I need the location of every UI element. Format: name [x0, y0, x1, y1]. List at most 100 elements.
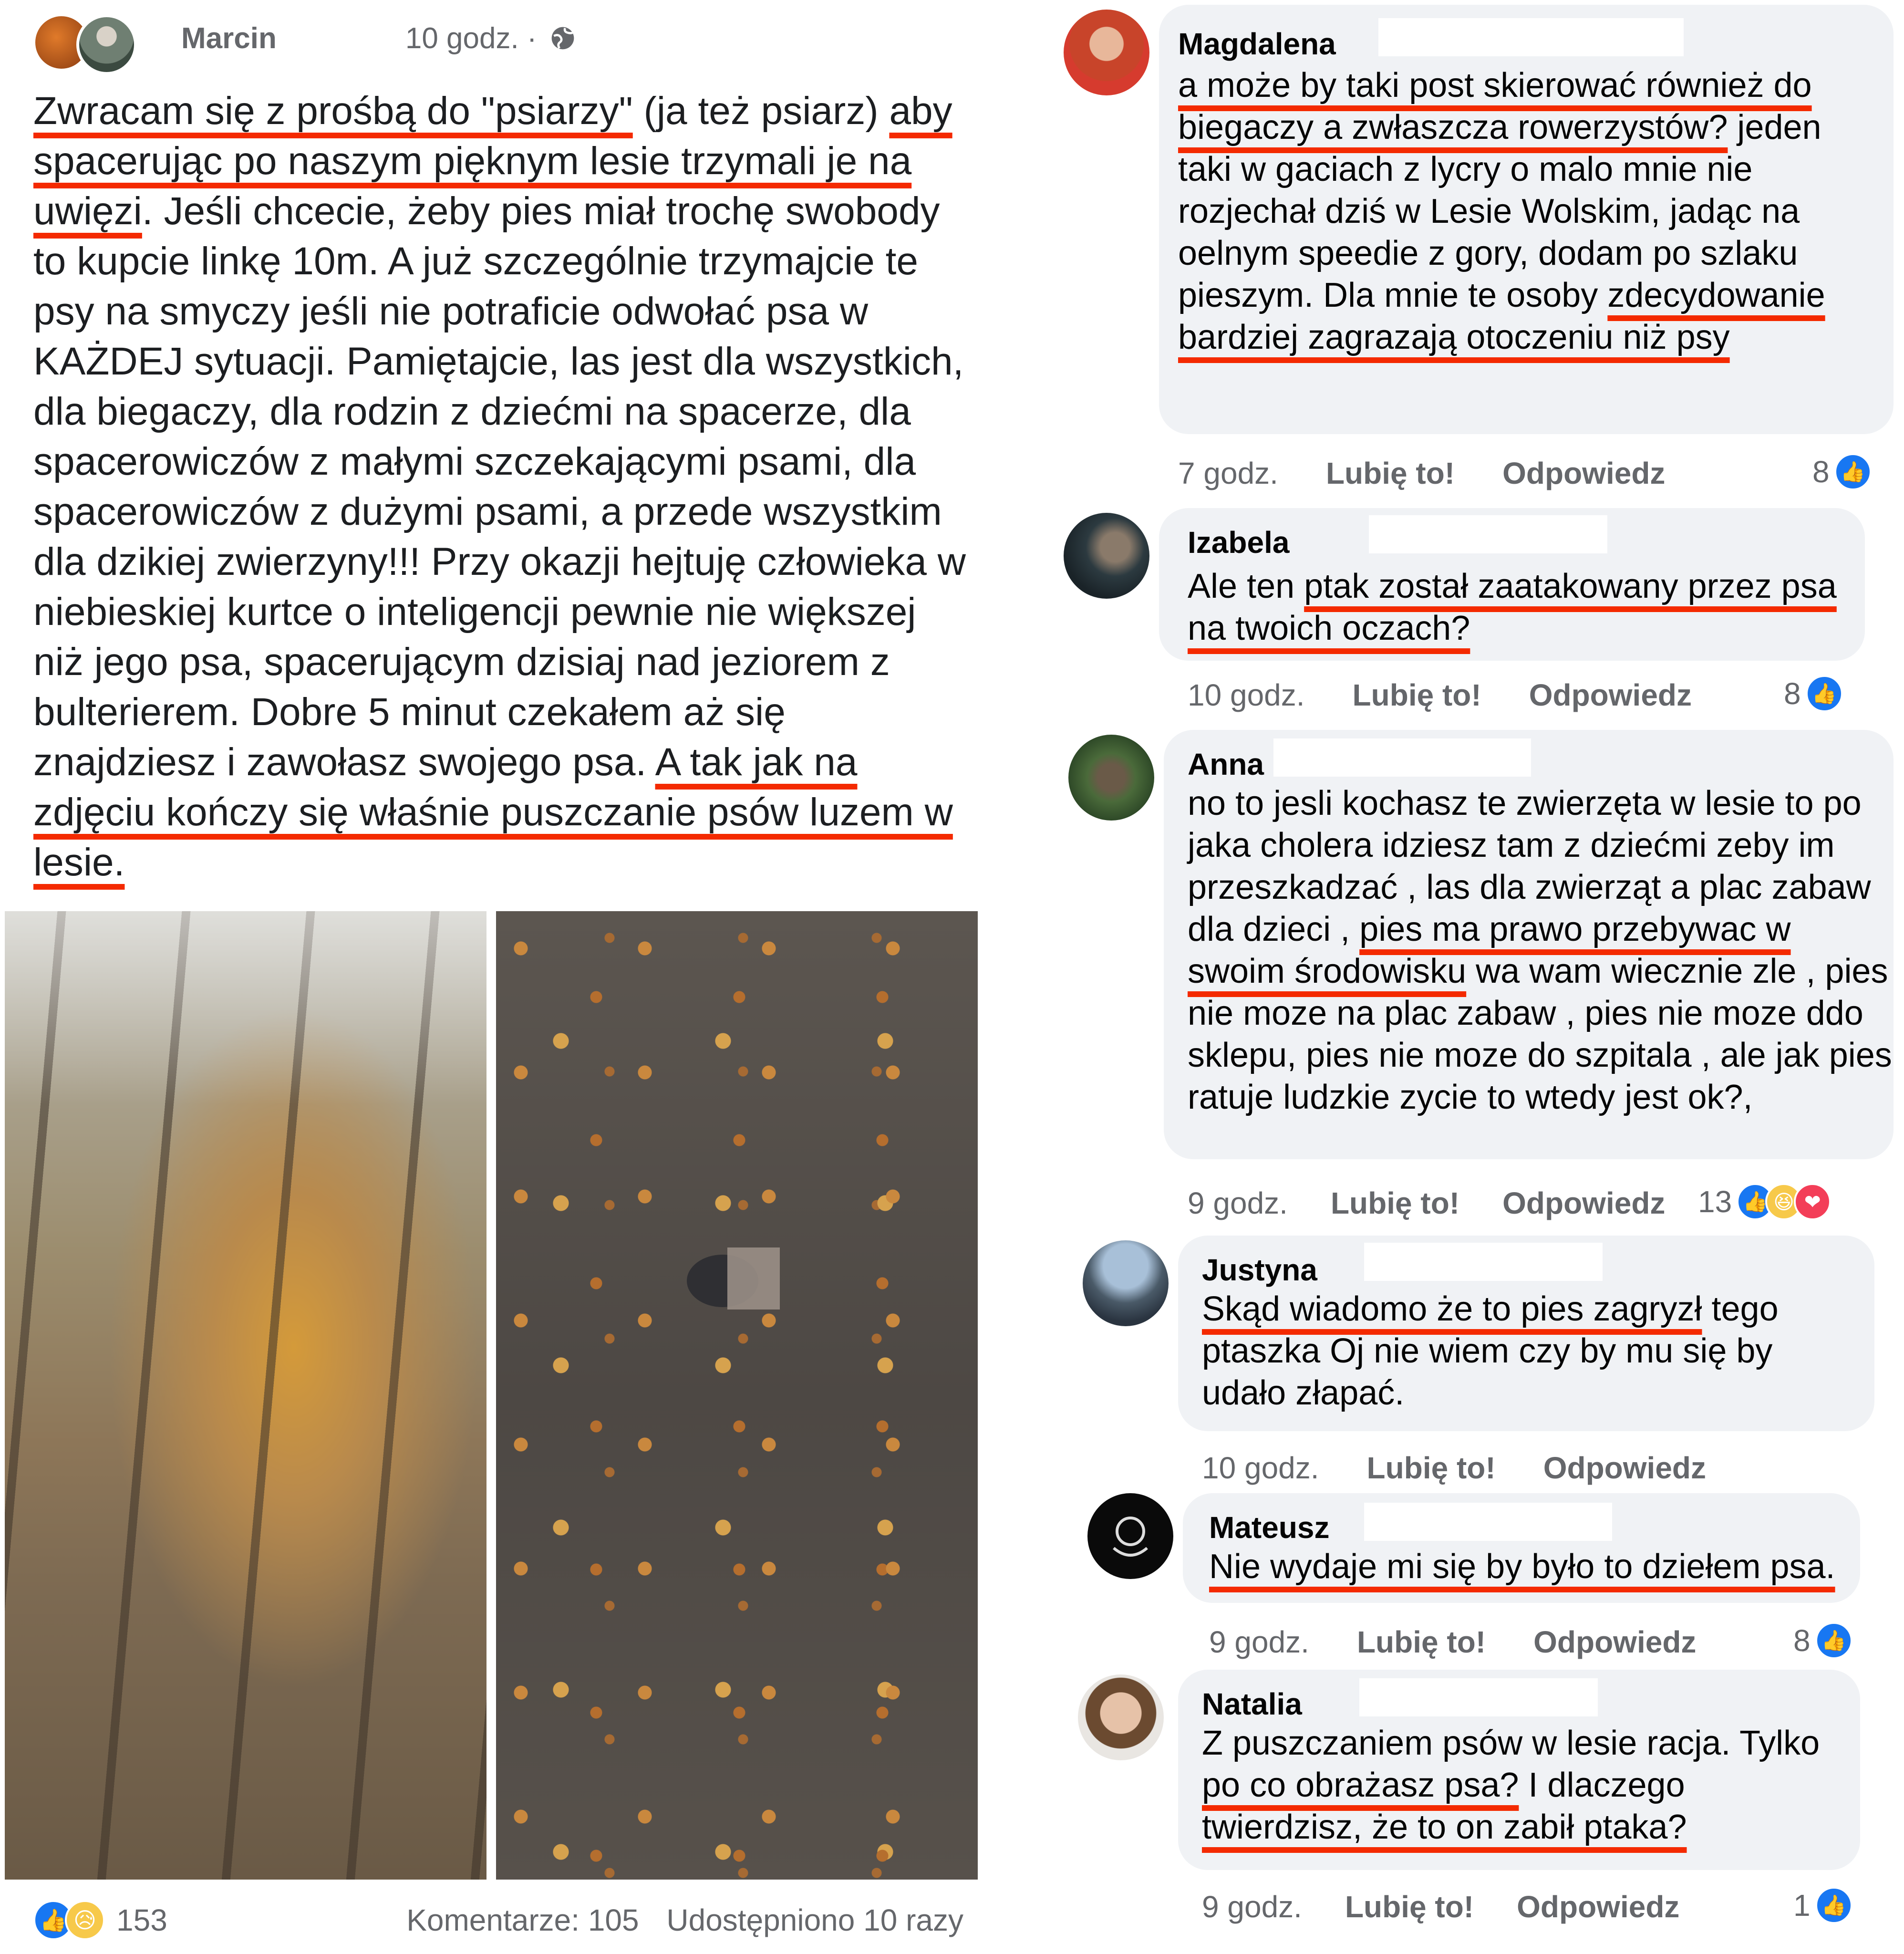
comment-text-segment: Z puszczaniem psów w lesie racja. Tylko — [1202, 1724, 1820, 1762]
reactions-count[interactable]: 153 — [116, 1902, 167, 1938]
comment-reactions[interactable]: 8 👍 — [1812, 453, 1872, 490]
comment-reactions[interactable]: 13 👍 😆 ❤ — [1698, 1183, 1832, 1220]
redaction-box — [1364, 1503, 1612, 1541]
avatar[interactable] — [1068, 735, 1154, 821]
post-text-segment: (ja też psiarz) — [632, 89, 890, 133]
comment: Anna no to jesli kochasz te zwierzęta w … — [1049, 725, 1904, 1231]
underlined-text: Nie wydaje mi się by było to dziełem psa… — [1209, 1548, 1835, 1586]
post-avatar-group[interactable] — [29, 10, 138, 75]
comment-actions: 10 godz. Lubię to! Odpowiedz — [1188, 677, 1692, 713]
dead-bird-photo[interactable] — [496, 911, 978, 1880]
avatar[interactable] — [1083, 1240, 1169, 1326]
comment-time[interactable]: 9 godz. — [1209, 1624, 1309, 1660]
post-header: Marcin 10 godz. · — [29, 10, 576, 75]
comment-text: a może by taki post skierować również do… — [1178, 64, 1884, 358]
reply-button[interactable]: Odpowiedz — [1517, 1889, 1679, 1924]
blur-patch — [727, 1247, 780, 1310]
underlined-text: twierdzisz, że to on zabił ptaka? — [1202, 1808, 1687, 1846]
like-thumb-icon: 👍 — [1815, 1622, 1852, 1659]
reaction-count: 8 — [1784, 676, 1801, 711]
comment-actions: 10 godz. Lubię to! Odpowiedz — [1202, 1450, 1706, 1486]
reply-button[interactable]: Odpowiedz — [1543, 1450, 1706, 1486]
reaction-count: 1 — [1793, 1888, 1811, 1923]
comments-list: Magdalena a może by taki post skierować … — [1049, 0, 1904, 1954]
comment-text: Skąd wiadomo że to pies zagryzł tego pta… — [1202, 1288, 1860, 1414]
redaction-box — [1359, 1678, 1598, 1716]
redaction-box — [1273, 738, 1531, 777]
like-button[interactable]: Lubię to! — [1367, 1450, 1496, 1486]
comment-author[interactable]: Justyna — [1202, 1252, 1317, 1288]
comment-author[interactable]: Magdalena — [1178, 26, 1336, 62]
globe-icon — [551, 27, 574, 50]
comment-actions: 7 godz. Lubię to! Odpowiedz — [1178, 456, 1665, 491]
comment-text: Z puszczaniem psów w lesie racja. Tylko … — [1202, 1722, 1851, 1848]
comments-count[interactable]: Komentarze: 105 — [406, 1903, 639, 1937]
avatar[interactable] — [1064, 10, 1149, 95]
underlined-text: Zwracam się z prośbą do "psiarzy" — [33, 89, 633, 133]
comment-reactions[interactable]: 1 👍 — [1793, 1887, 1852, 1924]
forest-photo[interactable] — [5, 911, 486, 1880]
like-thumb-icon: 👍 — [1815, 1887, 1852, 1924]
like-button[interactable]: Lubię to! — [1331, 1185, 1459, 1221]
comment-text: Nie wydaje mi się by było to dziełem psa… — [1209, 1546, 1858, 1588]
like-thumb-icon: 👍 — [1805, 675, 1843, 712]
avatar[interactable] — [1087, 1493, 1173, 1579]
comment-time[interactable]: 9 godz. — [1202, 1889, 1302, 1924]
underlined-text: a może by taki post skierować również do… — [1178, 66, 1812, 146]
underlined-text: po co obrażasz psa? — [1202, 1766, 1519, 1804]
reaction-count: 8 — [1812, 455, 1830, 489]
facebook-post: Marcin 10 godz. · Zwracam się z prośbą d… — [0, 0, 987, 1954]
comment-author[interactable]: Natalia — [1202, 1686, 1302, 1722]
comment-actions: 9 godz. Lubię to! Odpowiedz — [1202, 1889, 1679, 1924]
comment: Magdalena a może by taki post skierować … — [1049, 0, 1904, 506]
post-text-segment: . Jeśli chcecie, żeby pies miał trochę s… — [33, 189, 966, 784]
like-thumb-icon: 👍 — [1834, 453, 1872, 490]
avatar[interactable] — [1078, 1674, 1164, 1760]
like-button[interactable]: Lubię to! — [1353, 677, 1481, 713]
comment: Izabela Ale ten ptak został zaatakowany … — [1049, 506, 1904, 735]
reply-button[interactable]: Odpowiedz — [1529, 677, 1692, 713]
comment-text: Ale ten ptak został zaatakowany przez ps… — [1188, 565, 1855, 649]
post-body-text: Zwracam się z prośbą do "psiarzy" (ja te… — [33, 86, 968, 887]
reaction-count: 13 — [1698, 1185, 1732, 1219]
comment-actions: 9 godz. Lubię to! Odpowiedz — [1188, 1185, 1665, 1221]
redaction-box — [1369, 515, 1607, 553]
post-stats: Komentarze: 105 Udostępniono 10 razy — [387, 1902, 963, 1938]
comment-text-segment: Ale ten — [1188, 567, 1304, 605]
shares-count[interactable]: Udostępniono 10 razy — [666, 1903, 963, 1937]
comment-reactions[interactable]: 8 👍 — [1793, 1622, 1852, 1659]
redaction-box — [1378, 18, 1684, 56]
comment-author[interactable]: Izabela — [1188, 525, 1289, 560]
comment: Natalia Z puszczaniem psów w lesie racja… — [1049, 1665, 1904, 1951]
comment-time[interactable]: 9 godz. — [1188, 1185, 1288, 1221]
post-timestamp[interactable]: 10 godz. · — [405, 21, 537, 55]
reply-button[interactable]: Odpowiedz — [1533, 1624, 1696, 1660]
heart-icon: ❤ — [1794, 1183, 1832, 1220]
comment-text: no to jesli kochasz te zwierzęta w lesie… — [1188, 782, 1894, 1118]
skull-logo-icon — [1113, 1517, 1148, 1557]
comment-author[interactable]: Mateusz — [1209, 1510, 1330, 1545]
sad-face-icon: 😥 — [65, 1900, 105, 1940]
comment: Mateusz Nie wydaje mi się by było to dzi… — [1049, 1484, 1904, 1674]
comment-time[interactable]: 10 godz. — [1202, 1450, 1319, 1486]
underlined-text: Skąd wiadomo że to pies zagryzł — [1202, 1290, 1702, 1328]
comment-author[interactable]: Anna — [1188, 747, 1264, 782]
comment-reactions[interactable]: 8 👍 — [1784, 675, 1843, 712]
comment-text-segment: I dlaczego — [1519, 1766, 1685, 1804]
comment-time[interactable]: 10 godz. — [1188, 677, 1305, 713]
like-button[interactable]: Lubię to! — [1326, 456, 1455, 491]
comment-actions: 9 godz. Lubię to! Odpowiedz — [1209, 1624, 1696, 1660]
reply-button[interactable]: Odpowiedz — [1502, 1185, 1665, 1221]
like-button[interactable]: Lubię to! — [1345, 1889, 1474, 1924]
like-button[interactable]: Lubię to! — [1357, 1624, 1486, 1660]
reaction-count: 8 — [1793, 1623, 1811, 1658]
post-photos — [5, 911, 978, 1880]
avatar[interactable] — [76, 14, 137, 75]
post-author-name[interactable]: Marcin — [181, 21, 277, 55]
comment: Justyna Skąd wiadomo że to pies zagryzł … — [1049, 1231, 1904, 1488]
post-footer: 👍 😥 153 Komentarze: 105 Udostępniono 10 … — [33, 1896, 963, 1944]
comment-time[interactable]: 7 godz. — [1178, 456, 1278, 491]
reply-button[interactable]: Odpowiedz — [1502, 456, 1665, 491]
redaction-box — [1364, 1243, 1603, 1281]
avatar[interactable] — [1064, 513, 1149, 599]
